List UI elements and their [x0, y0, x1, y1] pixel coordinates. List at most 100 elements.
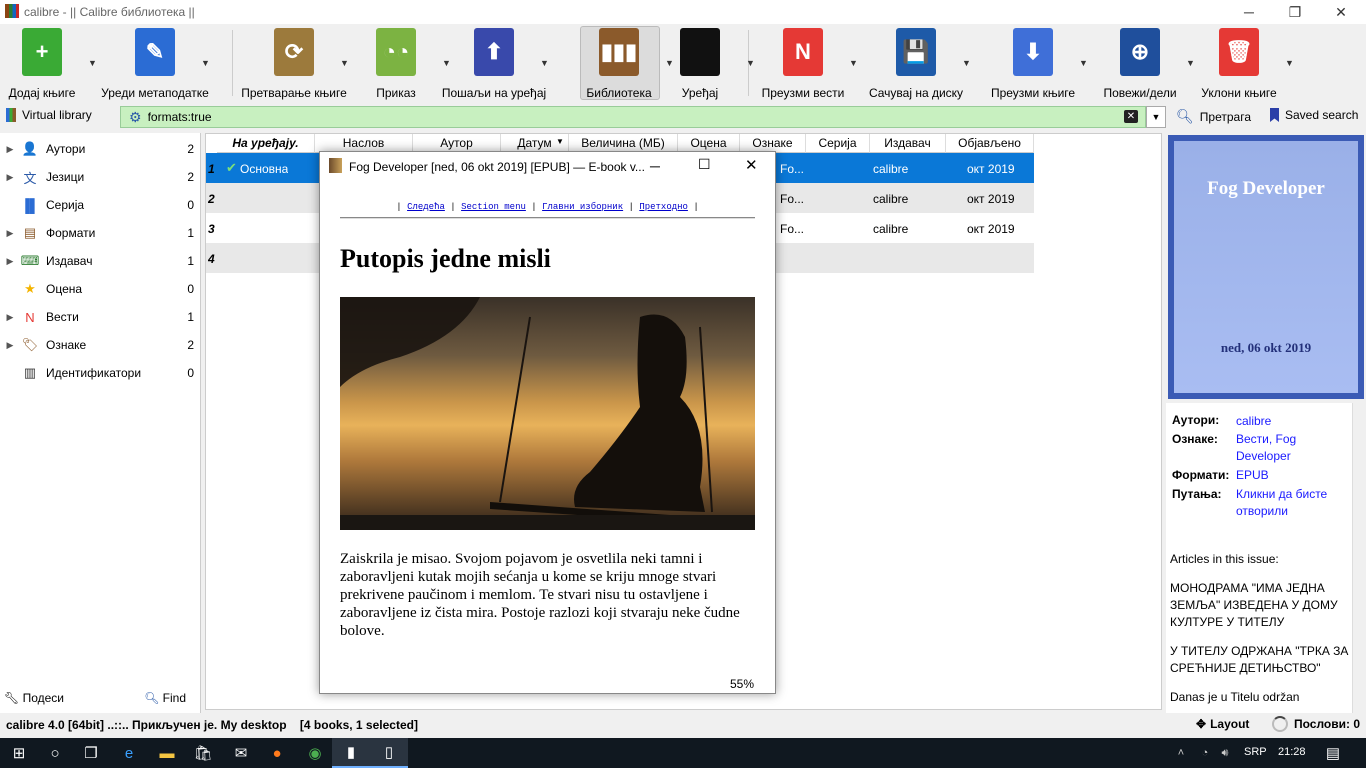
viewer-taskbar-icon[interactable]: ▯: [370, 738, 408, 768]
virtual-library-label: Virtual library: [22, 108, 92, 122]
search-button[interactable]: 🔍︎ Претрага: [1176, 108, 1251, 125]
sidebar-item-formats[interactable]: ▶ ▤ Формати 1: [0, 219, 200, 247]
search-history-dropdown[interactable]: ▼: [1146, 106, 1166, 128]
path-link[interactable]: Кликни да бисте отворили: [1236, 486, 1346, 520]
input-language[interactable]: SRP: [1244, 746, 1267, 758]
volume-icon[interactable]: 🔊︎: [1206, 738, 1244, 768]
sidebar-item-rating-star[interactable]: ★ Оцена 0: [0, 275, 200, 303]
toolbar-dropdown-arrow[interactable]: ▼: [962, 58, 971, 68]
mail-icon[interactable]: ✉: [222, 738, 260, 768]
toolbar-button-view-book[interactable]: ◔◔ Приказ: [341, 26, 451, 100]
status-bar: calibre 4.0 [64bit] ..::.. Прикључен је.…: [0, 713, 1366, 737]
file-explorer-icon[interactable]: ▬: [148, 738, 186, 768]
rating-star-icon: ★: [24, 281, 36, 296]
toolbar-dropdown-arrow[interactable]: ▼: [540, 58, 549, 68]
sidebar-item-count: 0: [187, 366, 194, 380]
sidebar-item-languages[interactable]: ▶ 文 Језици 2: [0, 163, 200, 191]
toolbar-button-device[interactable]: Уређај: [645, 26, 755, 100]
expand-arrow-icon[interactable]: ▶: [0, 312, 20, 323]
calibre-taskbar-icon[interactable]: ▮: [332, 738, 370, 768]
edge-icon[interactable]: e: [110, 738, 148, 768]
authors-link[interactable]: calibre: [1236, 413, 1346, 430]
find-button[interactable]: 🔍︎ Find: [144, 691, 186, 705]
toolbar-button-label: Претварање књиге: [241, 86, 347, 100]
toolbar-button-add-book[interactable]: + Додај књиге: [0, 26, 97, 100]
notifications-icon[interactable]: ▤: [1314, 738, 1352, 768]
toolbar-button-fetch-news[interactable]: N Преузми вести: [748, 26, 858, 100]
expand-arrow-icon[interactable]: ▶: [0, 144, 20, 155]
column-header[interactable]: Објављено: [946, 134, 1034, 153]
toolbar-dropdown-arrow[interactable]: ▼: [201, 58, 210, 68]
firefox-icon[interactable]: ●: [258, 738, 296, 768]
nav-section-menu-link[interactable]: Section menu: [461, 202, 526, 212]
sidebar-item-authors[interactable]: ▶ 👤 Аутори 2: [0, 135, 200, 163]
close-button[interactable]: ✕: [1318, 0, 1364, 24]
expand-arrow-icon[interactable]: ▶: [0, 172, 20, 183]
get-books-icon: ⬇: [1013, 28, 1053, 76]
tag-browser-footer: 🔧︎ Подеси 🔍︎ Find: [0, 686, 200, 710]
start-button[interactable]: ⊞: [0, 738, 38, 768]
task-view-icon[interactable]: ❐: [72, 738, 110, 768]
sidebar-item-identifiers[interactable]: ▥ Идентификатори 0: [0, 359, 200, 387]
search-input[interactable]: [147, 110, 1108, 124]
toolbar-button-send-to-device[interactable]: ⬆ Пошаљи на уређај: [439, 26, 549, 100]
sidebar-item-series[interactable]: ▐▌ Серија 0: [0, 191, 200, 219]
expand-arrow-icon[interactable]: ▶: [0, 340, 20, 351]
toolbar-button-get-books[interactable]: ⬇ Преузми књиге: [978, 26, 1088, 100]
viewer-minimize-button[interactable]: ─: [650, 158, 660, 174]
viewer-maximize-button[interactable]: ☐: [698, 156, 711, 173]
reading-progress: 55%: [730, 677, 755, 691]
identifiers-icon: ▥: [23, 365, 37, 380]
formats-icon: ▤: [23, 225, 37, 240]
gear-icon[interactable]: ⚙: [129, 109, 142, 126]
clear-search-icon[interactable]: ✕: [1124, 110, 1138, 123]
jobs-indicator[interactable]: Послови: 0: [1272, 716, 1360, 732]
tags-cell: Fo...: [780, 192, 805, 206]
toolbar-button-convert-book[interactable]: ⟳ Претварање књиге: [239, 26, 349, 100]
sidebar-item-news[interactable]: ▶ N Вести 1: [0, 303, 200, 331]
toolbar-button-save-to-disk[interactable]: 💾 Сачувај на диску: [861, 26, 971, 100]
toolbar-button-edit-metadata[interactable]: ✎ Уреди метаподатке: [100, 26, 210, 100]
viewer-close-button[interactable]: ✕: [745, 156, 758, 174]
find-label: Find: [162, 691, 186, 705]
details-scrollbar[interactable]: [1352, 403, 1366, 713]
formats-link[interactable]: EPUB: [1236, 467, 1346, 484]
store-icon[interactable]: 🛍︎: [184, 738, 222, 768]
series-icon: ▐▌: [20, 197, 40, 213]
library-icon: ▮▮▮: [599, 28, 639, 76]
configure-button[interactable]: 🔧︎ Подеси: [4, 691, 64, 705]
convert-book-icon: ⟳: [274, 28, 314, 76]
chrome-icon[interactable]: ◉: [296, 738, 334, 768]
wrench-icon: 🔧︎: [4, 691, 20, 705]
publisher-cell: calibre: [873, 222, 909, 236]
nav-next-link[interactable]: Следећа: [407, 202, 445, 212]
sidebar-item-publisher[interactable]: ▶ ⌨ Издавач 1: [0, 247, 200, 275]
remove-books-icon: 🗑: [1219, 28, 1259, 76]
sidebar-item-tags[interactable]: ▶ 🏷 Ознаке 2: [0, 331, 200, 359]
clock[interactable]: 21:28: [1278, 746, 1306, 758]
column-header[interactable]: На уређају.: [217, 134, 315, 153]
column-header[interactable]: Издавач: [870, 134, 946, 153]
expand-arrow-icon[interactable]: ▶: [0, 256, 20, 267]
search-box[interactable]: ⚙: [120, 106, 1146, 128]
column-header[interactable]: Серија: [806, 134, 870, 153]
toolbar-dropdown-arrow[interactable]: ▼: [1285, 58, 1294, 68]
search-taskbar-icon[interactable]: ○: [36, 738, 74, 768]
virtual-library-button[interactable]: Virtual library: [6, 108, 92, 122]
nav-main-menu-link[interactable]: Главни изборник: [542, 202, 623, 212]
saved-search-button[interactable]: Saved search: [1270, 108, 1358, 122]
minimize-button[interactable]: ─: [1226, 0, 1272, 24]
maximize-button[interactable]: ❐: [1272, 0, 1318, 24]
toolbar-button-remove-books[interactable]: 🗑 Уклони књиге: [1184, 26, 1294, 100]
article-nav: | Следећа | Section menu | Главни изборн…: [396, 202, 699, 212]
toolbar-dropdown-arrow[interactable]: ▼: [849, 58, 858, 68]
toolbar-dropdown-arrow[interactable]: ▼: [88, 58, 97, 68]
articles-heading: Articles in this issue:: [1170, 552, 1279, 566]
book-cover[interactable]: [1168, 135, 1364, 399]
toolbar-button-connect-share[interactable]: ⊕ Повежи/дели: [1085, 26, 1195, 100]
expand-arrow-icon[interactable]: ▶: [0, 228, 20, 239]
toolbar-button-label: Уређај: [681, 86, 719, 100]
tags-link[interactable]: Вести, Fog Developer: [1236, 431, 1346, 465]
layout-button[interactable]: ✥ Layout: [1196, 717, 1249, 731]
nav-previous-link[interactable]: Претходно: [639, 202, 688, 212]
